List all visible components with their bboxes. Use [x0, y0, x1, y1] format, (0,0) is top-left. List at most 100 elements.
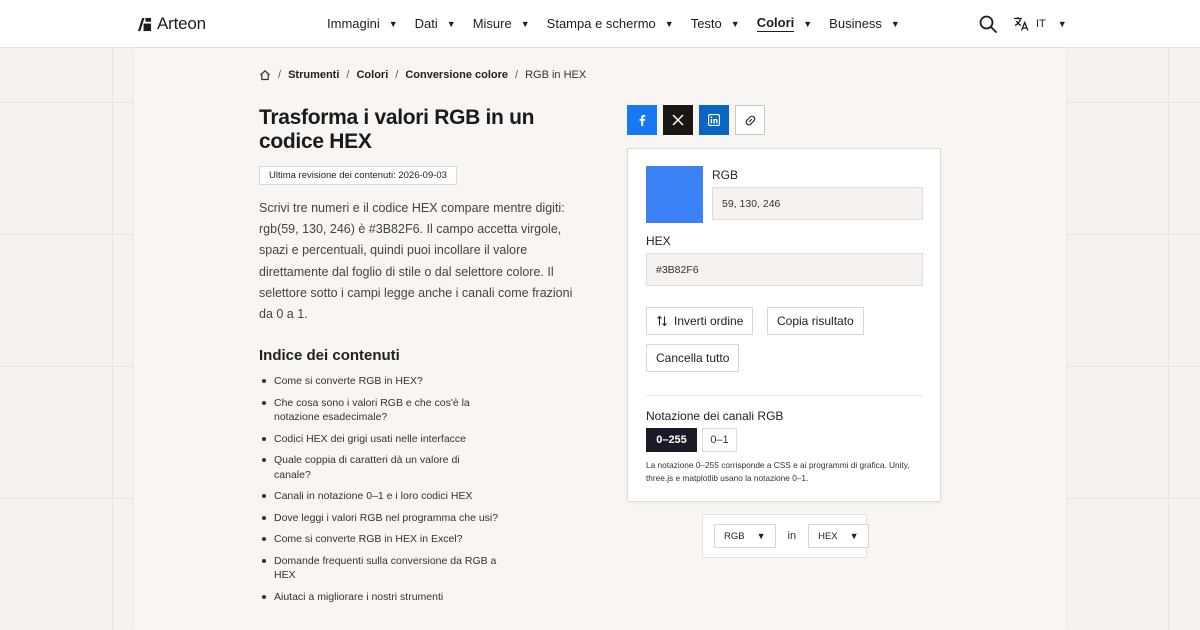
- nav-label: Testo: [690, 16, 722, 31]
- toc-link[interactable]: Aiutaci a migliorare i nostri strumenti: [274, 590, 499, 605]
- swap-vertical-icon: [657, 315, 667, 327]
- toc-item[interactable]: Codici HEX dei grigi usati nelle interfa…: [259, 432, 549, 447]
- home-icon[interactable]: [259, 69, 271, 81]
- share-buttons: [627, 105, 765, 135]
- breadcrumb-current: RGB in HEX: [525, 69, 587, 81]
- breadcrumb: / Strumenti / Colori / Conversione color…: [259, 69, 586, 81]
- nav-item-dati[interactable]: Dati ▼: [415, 15, 456, 32]
- toc-item[interactable]: Come si converte RGB in HEX?: [259, 374, 549, 389]
- caret-down-icon: ▼: [803, 18, 813, 29]
- copy-result-label: Copia risultato: [777, 314, 854, 328]
- nav-item-immagini[interactable]: Immagini ▼: [327, 15, 398, 32]
- connector-word: in: [787, 530, 797, 542]
- x-icon: [672, 114, 684, 126]
- nav-item-testo[interactable]: Testo ▼: [691, 15, 740, 32]
- toc-link[interactable]: Come si converte RGB in HEX in Excel?: [274, 532, 499, 547]
- copy-link-button[interactable]: [735, 105, 765, 135]
- toc-link[interactable]: Codici HEX dei grigi usati nelle interfa…: [274, 432, 499, 447]
- linkedin-icon: [708, 114, 720, 126]
- to-format-select[interactable]: HEX ▼: [808, 524, 869, 548]
- nav-item-misure[interactable]: Misure ▼: [473, 15, 530, 32]
- to-format-value: HEX: [818, 530, 838, 542]
- caret-down-icon: ▼: [388, 18, 398, 29]
- toc-link[interactable]: Che cosa sono i valori RGB e che cos'è l…: [274, 396, 499, 425]
- caret-down-icon: ▼: [520, 18, 530, 29]
- breadcrumb-separator: /: [346, 69, 350, 81]
- invert-order-button[interactable]: Inverti ordine: [646, 307, 754, 335]
- toc-item[interactable]: Domande frequenti sulla conversione da R…: [259, 554, 549, 583]
- toc-item[interactable]: Canali in notazione 0–1 e i loro codici …: [259, 489, 549, 504]
- notation-option-0-255[interactable]: 0–255: [646, 428, 697, 452]
- nav-label: Immagini: [327, 16, 380, 31]
- page-title: Trasforma i valori RGB in un codice HEX: [259, 106, 535, 153]
- intro-paragraph: Scrivi tre numeri e il codice HEX compar…: [259, 201, 573, 322]
- translate-icon: [1014, 17, 1029, 31]
- caret-down-icon: ▼: [730, 18, 740, 29]
- hex-input[interactable]: [646, 253, 923, 286]
- brand-name: Arteon: [157, 14, 206, 33]
- caret-down-icon: ▼: [664, 18, 674, 29]
- from-format-value: RGB: [724, 530, 745, 542]
- revision-badge: Ultima revisione dei contenuti: 2026-09-…: [259, 166, 457, 185]
- toc-link[interactable]: Come si converte RGB in HEX?: [274, 374, 499, 389]
- caret-down-icon: ▼: [849, 531, 859, 541]
- clear-all-label: Cancella tutto: [656, 351, 730, 365]
- nav-label: Misure: [472, 16, 512, 31]
- nav-item-stampa-e-schermo[interactable]: Stampa e schermo ▼: [547, 15, 674, 32]
- caret-down-icon: ▼: [1057, 18, 1067, 29]
- rgb-input[interactable]: [712, 187, 923, 220]
- breadcrumb-separator: /: [515, 69, 519, 81]
- rgb-to-hex-converter: RGB HEX Inverti ordine Copia risultato C…: [627, 148, 941, 502]
- share-x-button[interactable]: [663, 105, 693, 135]
- notation-option-0-1[interactable]: 0–1: [702, 428, 737, 452]
- caret-down-icon: ▼: [756, 531, 766, 541]
- search-icon: [979, 15, 997, 33]
- share-linkedin-button[interactable]: [699, 105, 729, 135]
- conversion-direction-selector: RGB ▼ in HEX ▼: [702, 514, 869, 558]
- nav-label: Business: [829, 16, 882, 31]
- toc-link[interactable]: Canali in notazione 0–1 e i loro codici …: [274, 489, 499, 504]
- caret-down-icon: ▼: [890, 18, 900, 29]
- copy-result-button[interactable]: Copia risultato: [767, 307, 864, 335]
- breadcrumb-link-conversione-colore[interactable]: Conversione colore: [405, 69, 508, 81]
- nav-label: Dati: [414, 16, 438, 31]
- brand-logo[interactable]: Arteon: [137, 14, 206, 34]
- notation-title: Notazione dei canali RGB: [646, 409, 784, 423]
- language-selector[interactable]: IT ▼: [1013, 16, 1067, 31]
- toc-item[interactable]: Dove leggi i valori RGB nel programma ch…: [259, 511, 549, 526]
- hex-field-label: HEX: [646, 234, 671, 248]
- toc-item[interactable]: Come si converte RGB in HEX in Excel?: [259, 532, 549, 547]
- search-button[interactable]: [978, 14, 998, 34]
- share-facebook-button[interactable]: [627, 105, 657, 135]
- toc-title: Indice dei contenuti: [259, 347, 400, 364]
- nav-item-colori[interactable]: Colori ▼: [756, 15, 813, 32]
- table-of-contents: Come si converte RGB in HEX? Che cosa so…: [259, 374, 549, 611]
- caret-down-icon: ▼: [446, 18, 456, 29]
- clear-all-button[interactable]: Cancella tutto: [646, 344, 740, 372]
- nav-label: Stampa e schermo: [546, 16, 656, 31]
- from-format-select[interactable]: RGB ▼: [714, 524, 776, 548]
- top-navigation-bar: Arteon Immagini ▼ Dati ▼ Misure ▼ Stampa…: [0, 0, 1200, 48]
- language-code: IT: [1036, 17, 1046, 30]
- breadcrumb-link-strumenti[interactable]: Strumenti: [288, 69, 339, 81]
- facebook-icon: [639, 114, 646, 126]
- main-menu: Immagini ▼ Dati ▼ Misure ▼ Stampa e sche…: [327, 15, 900, 32]
- breadcrumb-separator: /: [278, 69, 282, 81]
- link-icon: [745, 115, 755, 125]
- notation-note: La notazione 0–255 corrisponde a CSS e a…: [646, 460, 910, 483]
- divider: [646, 395, 923, 396]
- invert-order-label: Inverti ordine: [674, 314, 744, 328]
- toc-link[interactable]: Quale coppia di caratteri dà un valore d…: [274, 453, 499, 482]
- toc-link[interactable]: Dove leggi i valori RGB nel programma ch…: [274, 511, 499, 526]
- nav-label: Colori: [756, 15, 795, 32]
- nav-item-business[interactable]: Business ▼: [829, 15, 900, 32]
- toc-item[interactable]: Aiutaci a migliorare i nostri strumenti: [259, 590, 549, 605]
- rgb-field-label: RGB: [712, 168, 739, 182]
- toc-item[interactable]: Che cosa sono i valori RGB e che cos'è l…: [259, 396, 549, 425]
- color-swatch: [646, 166, 703, 223]
- toc-item[interactable]: Quale coppia di caratteri dà un valore d…: [259, 453, 549, 482]
- breadcrumb-link-colori[interactable]: Colori: [356, 69, 388, 81]
- logo-icon: [137, 17, 152, 31]
- toc-link[interactable]: Domande frequenti sulla conversione da R…: [274, 554, 499, 583]
- breadcrumb-separator: /: [395, 69, 399, 81]
